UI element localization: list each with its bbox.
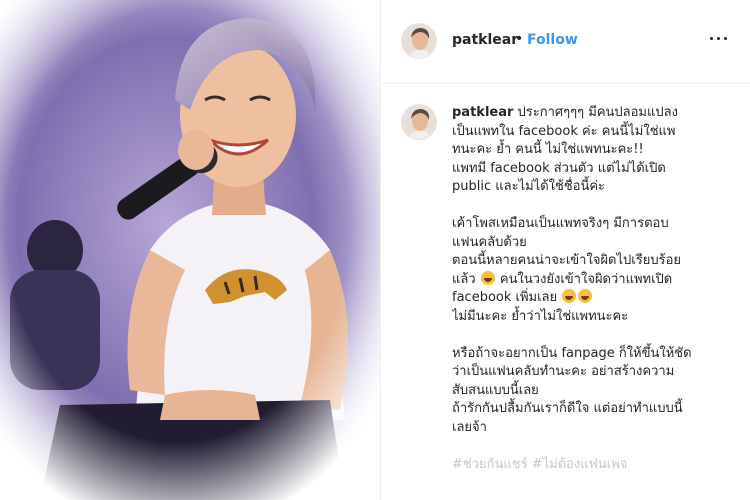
caption-line: patklear ประกาศๆๆๆ มีคนปลอมแปลง bbox=[452, 104, 742, 123]
caption-line: public และไม่ได้ใช้ชื่อนี้ค่ะ bbox=[452, 179, 606, 194]
hashtag-line[interactable]: #ช่วยกันแชร์ #ไม่ต้องแฟนเพจ bbox=[452, 456, 742, 475]
caption-line: เค้าโพสเหมือนเป็นแพทจริงๆ มีการตอบ bbox=[452, 216, 669, 231]
follow-button[interactable]: Follow bbox=[527, 32, 578, 48]
post-panel: patklear • Follow patklear ประกาศๆๆๆ มีค… bbox=[380, 0, 750, 500]
header-username[interactable]: patklear bbox=[452, 32, 518, 48]
caption-line: ไม่มีนะคะ ย้ำว่าไม่ใช่แพทนะคะ bbox=[452, 308, 629, 324]
caption-line: แฟนคลับด้วย bbox=[452, 234, 527, 250]
singer-photo bbox=[0, 0, 395, 500]
dot-2 bbox=[717, 37, 720, 40]
caption-line: เป็นแพทใน facebook ค่ะ คนนี้ไม่ใช่แพ bbox=[452, 123, 676, 139]
separator-dot: • bbox=[515, 31, 524, 47]
caption-text: คนในวงยังเข้าใจผิดว่าแพทเปิด bbox=[495, 271, 673, 287]
caption-avatar[interactable] bbox=[401, 104, 437, 140]
caption-line: ตอนนี้หลายคนน่าจะเข้าใจผิดไปเรียบร้อย bbox=[452, 253, 681, 268]
post-header: patklear • Follow bbox=[381, 0, 750, 84]
caption-line: เลยจ้า bbox=[452, 419, 487, 435]
caption-text: facebook เพิ่มเลย bbox=[452, 290, 562, 305]
caption-first-line: ประกาศๆๆๆ มีคนปลอมแปลง bbox=[513, 105, 678, 120]
avatar-image bbox=[402, 105, 436, 139]
caption-line: ว่าเป็นแฟนคลับทำนะคะ อย่าสร้างความ bbox=[452, 364, 675, 379]
dot-3 bbox=[724, 37, 727, 40]
grinning-sweat-emoji-icon bbox=[562, 289, 577, 303]
caption-line: ทนะคะ ย้ำ คนนี้ ไม่ใช่แพทนะคะ!! bbox=[452, 142, 644, 157]
caption-line: แล้ว คนในวงยังเข้าใจผิดว่าแพทเปิด bbox=[452, 270, 742, 290]
profile-avatar[interactable] bbox=[401, 23, 437, 59]
grinning-sweat-emoji-icon bbox=[480, 270, 495, 285]
caption-line: แพทมี facebook ส่วนตัว แต่ไม่ได้เปิด bbox=[452, 160, 666, 176]
grinning-sweat-emoji-icon bbox=[578, 289, 593, 303]
caption-line: ถ้ารักกันปลื้มกันเราก็ดีใจ แต่อย่าทำแบบน… bbox=[452, 401, 683, 416]
caption-username[interactable]: patklear bbox=[452, 105, 513, 120]
post-photo[interactable] bbox=[0, 0, 395, 500]
dot-1 bbox=[710, 37, 713, 40]
caption-line: facebook เพิ่มเลย bbox=[452, 289, 742, 308]
more-options-icon[interactable] bbox=[707, 26, 731, 50]
post-caption: patklear ประกาศๆๆๆ มีคนปลอมแปลง เป็นแพทใ… bbox=[452, 104, 742, 500]
caption-line: สับสนแบบนี้เลย bbox=[452, 382, 539, 398]
caption-line: หรือถ้าจะอยากเป็น fanpage ก็ให้ขึ้นให้ชั… bbox=[452, 345, 692, 361]
caption-text: แล้ว bbox=[452, 271, 480, 287]
avatar-image bbox=[402, 24, 436, 58]
